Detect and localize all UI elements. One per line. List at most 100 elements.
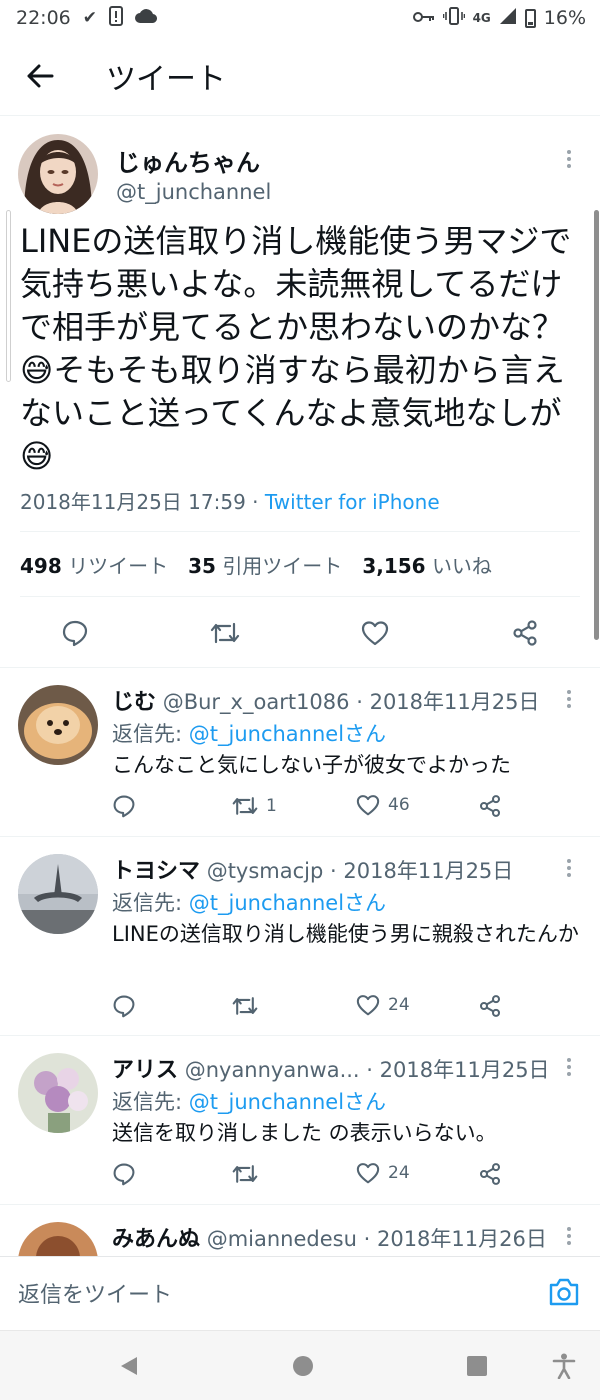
- tweet-timestamp: 2018年11月25日 17:59: [20, 490, 246, 514]
- top-app-bar: ツイート: [0, 36, 600, 116]
- more-options-icon[interactable]: [561, 856, 577, 880]
- retweet-button[interactable]: [232, 1162, 266, 1186]
- accessibility-icon: [552, 1353, 576, 1380]
- author-name[interactable]: じゅんちゃん: [116, 143, 260, 178]
- reply-tweet[interactable]: アリス @nyannyanwa... · 2018年11月25日 返信先: @t…: [0, 1036, 600, 1204]
- system-nav-bar: [0, 1330, 600, 1400]
- like-button[interactable]: 24: [356, 994, 410, 1016]
- reply-text: こんなこと気にしない子が彼女でよかった: [112, 753, 511, 777]
- avatar[interactable]: [18, 134, 98, 214]
- share-button[interactable]: [478, 794, 502, 818]
- text-selection-track: [6, 210, 11, 382]
- retweet-button[interactable]: [200, 608, 250, 658]
- tweet-actions: [0, 608, 600, 658]
- status-bar: 22:06 ✔ 4G 16%: [0, 0, 600, 36]
- heart-icon: [356, 1163, 380, 1184]
- like-count: 24: [388, 995, 410, 1015]
- reply-tweet[interactable]: じむ @Bur_x_oart1086 · 2018年11月25日 返信先: @t…: [0, 668, 600, 836]
- reply-author-name[interactable]: トヨシマ: [112, 859, 200, 884]
- author-handle[interactable]: @t_junchannel: [116, 180, 271, 204]
- reply-header: トヨシマ @tysmacjp · 2018年11月25日: [112, 853, 557, 885]
- more-options-icon[interactable]: [561, 147, 577, 171]
- reply-icon: [62, 620, 88, 647]
- reply-author-handle[interactable]: @nyannyanwa...: [185, 1058, 360, 1082]
- reply-text: LINEの送信取り消し機能使う男に親殺されたんか: [112, 922, 579, 946]
- reply-tweet[interactable]: トヨシマ @tysmacjp · 2018年11月25日 返信先: @t_jun…: [0, 837, 600, 1035]
- reply-author-handle[interactable]: @miannedesu: [207, 1227, 357, 1251]
- reply-to-link[interactable]: @t_junchannelさん: [189, 722, 386, 746]
- reply-button[interactable]: [112, 794, 136, 818]
- reply-date-sep: ·: [363, 1227, 371, 1251]
- retweet-button[interactable]: [232, 994, 266, 1018]
- arrow-left-icon: [27, 64, 54, 87]
- like-button[interactable]: [350, 608, 400, 658]
- scrollbar[interactable]: [594, 210, 599, 640]
- triangle-back-icon: [121, 1357, 137, 1375]
- camera-icon: [549, 1278, 579, 1306]
- reply-author-handle[interactable]: @Bur_x_oart1086: [163, 690, 350, 714]
- sim-alert-icon: [109, 5, 124, 31]
- nav-recents-button[interactable]: [466, 1355, 488, 1381]
- share-button[interactable]: [478, 994, 502, 1018]
- accessibility-button[interactable]: [552, 1353, 576, 1383]
- vibrate-icon: [442, 6, 465, 30]
- network-type: 4G: [472, 11, 491, 25]
- retweets-stat[interactable]: 498 リツイート: [20, 550, 168, 579]
- retweet-icon: [210, 622, 240, 644]
- share-button[interactable]: [478, 1162, 502, 1186]
- likes-count: 3,156: [362, 554, 426, 578]
- reply-tweet[interactable]: みあんぬ @miannedesu · 2018年11月26日: [0, 1205, 600, 1256]
- reply-composer: 返信をツイート: [0, 1256, 600, 1330]
- reply-input[interactable]: 返信をツイート: [18, 1277, 172, 1309]
- like-button[interactable]: 46: [356, 794, 410, 816]
- reply-icon: [113, 795, 135, 818]
- divider: [20, 596, 580, 597]
- reply-to-link[interactable]: @t_junchannelさん: [189, 1090, 386, 1114]
- share-icon: [513, 620, 537, 646]
- camera-button[interactable]: [548, 1277, 580, 1311]
- reply-to-link[interactable]: @t_junchannelさん: [189, 891, 386, 915]
- key-icon: [412, 7, 435, 29]
- more-options-icon[interactable]: [561, 1055, 577, 1079]
- tweet-source-link[interactable]: Twitter for iPhone: [265, 490, 440, 514]
- share-icon: [479, 1163, 501, 1185]
- reply-date-sep: ·: [366, 1058, 373, 1082]
- reply-date: 2018年11月25日: [343, 859, 514, 883]
- likes-stat[interactable]: 3,156 いいね: [362, 550, 492, 579]
- avatar[interactable]: [18, 685, 98, 765]
- more-options-icon[interactable]: [561, 687, 577, 711]
- back-button[interactable]: [0, 36, 80, 116]
- retweet-button[interactable]: 1: [232, 794, 277, 818]
- retweet-icon: [232, 1165, 258, 1183]
- share-button[interactable]: [500, 608, 550, 658]
- nav-home-button[interactable]: [292, 1355, 314, 1381]
- reply-author-name[interactable]: みあんぬ: [112, 1227, 200, 1252]
- reply-author-name[interactable]: アリス: [112, 1058, 178, 1083]
- likes-label: いいね: [431, 554, 492, 578]
- reply-button[interactable]: [112, 994, 136, 1018]
- reply-date: 2018年11月25日: [369, 690, 540, 714]
- reply-author-handle[interactable]: @tysmacjp: [207, 859, 324, 883]
- more-options-icon[interactable]: [561, 1224, 577, 1248]
- avatar[interactable]: [18, 1053, 98, 1133]
- heart-icon: [356, 995, 380, 1016]
- reply-header: アリス @nyannyanwa... · 2018年11月25日: [112, 1052, 557, 1084]
- like-button[interactable]: 24: [356, 1162, 410, 1184]
- reply-header: じむ @Bur_x_oart1086 · 2018年11月25日: [112, 684, 557, 716]
- divider: [20, 531, 580, 532]
- reply-to: 返信先: @t_junchannelさん: [112, 1086, 386, 1116]
- tweet-text: LINEの送信取り消し機能使う男マジで気持ち悪いよな。未読無視してるだけで相手が…: [20, 222, 572, 475]
- reply-icon: [113, 1163, 135, 1186]
- signal-icon: [499, 7, 517, 30]
- circle-home-icon: [293, 1356, 313, 1376]
- quotes-stat[interactable]: 35 引用ツイート: [188, 550, 342, 579]
- reply-button[interactable]: [112, 1162, 136, 1186]
- avatar[interactable]: [18, 854, 98, 934]
- reply-text: 送信を取り消しました の表示いらない。: [112, 1121, 497, 1145]
- nav-back-button[interactable]: [118, 1355, 140, 1381]
- reply-button[interactable]: [50, 608, 100, 658]
- reply-author-name[interactable]: じむ: [112, 690, 156, 715]
- reply-date: 2018年11月26日: [376, 1227, 547, 1251]
- avatar[interactable]: [18, 1222, 98, 1256]
- reply-to-label: 返信先:: [112, 722, 189, 746]
